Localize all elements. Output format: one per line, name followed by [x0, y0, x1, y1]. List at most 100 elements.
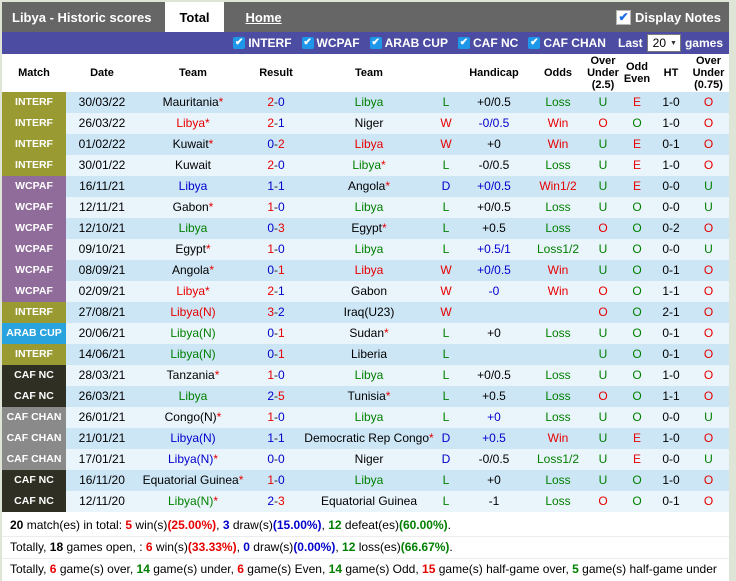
- handicap-cell: -0/0.5: [478, 116, 510, 130]
- over-under-075-cell: U: [704, 452, 713, 466]
- over-under-25-cell: U: [598, 473, 608, 487]
- away-team-cell: Libya: [304, 260, 434, 281]
- star-marker: *: [381, 158, 386, 172]
- checkbox-checked-icon[interactable]: ✔: [233, 37, 246, 49]
- handicap-cell: +0/0.5: [477, 179, 511, 193]
- result-cell: 0-1: [248, 344, 304, 365]
- odds-cell: Win: [547, 431, 569, 445]
- over-under-075-cell: O: [703, 494, 714, 508]
- team-name: Democratic Rep Congo: [304, 431, 430, 445]
- handicap-cell: [458, 344, 530, 365]
- team-name: Angola: [347, 179, 386, 193]
- odds-cell: Loss: [545, 389, 571, 403]
- odds-cell: Win: [547, 263, 569, 277]
- home-team-cell: Libya(N): [138, 323, 248, 344]
- star-marker: *: [205, 284, 210, 298]
- display-notes-checkbox[interactable]: ✔: [616, 9, 632, 25]
- checkbox-checked-icon[interactable]: ✔: [457, 37, 470, 49]
- odd-even-cell: O: [632, 305, 642, 319]
- last-label: Last: [617, 36, 643, 50]
- table-row: WCPAF 02/09/21 Libya* 2-1 Gabon W -0 Win O O 1-1 O: [2, 281, 729, 302]
- summary-segment: game(s) half-game over,: [435, 562, 573, 576]
- over-under-075-cell: O: [703, 116, 714, 130]
- halftime-score-cell: 0-0: [662, 179, 680, 193]
- competition-badge: INTERF: [2, 92, 66, 113]
- odds-cell: [530, 302, 586, 323]
- date-cell: 16/11/21: [79, 179, 125, 193]
- table-row: WCPAF 09/10/21 Egypt* 1-0 Libya L +0.5/1 Loss1/…: [2, 239, 729, 260]
- column-header: Team: [179, 67, 207, 79]
- filter-label: WCPAF: [316, 36, 360, 50]
- team-name: Libya: [354, 368, 384, 382]
- summary-segment: (33.33%): [187, 540, 237, 554]
- date-cell: 14/06/21: [78, 347, 126, 361]
- page: Libya - Historic scores Total Home ✔ Dis…: [0, 0, 736, 581]
- column-header: Odds: [543, 67, 573, 79]
- table-row: CAF NC 12/11/20 Libya(N)* 2-3 Equatorial Gui…: [2, 491, 729, 512]
- page-title: Libya - Historic scores: [12, 9, 152, 25]
- result-cell: 1-1: [248, 176, 304, 197]
- away-team-cell: Libya: [304, 134, 434, 155]
- summary-segment: .: [447, 518, 451, 532]
- last-games-select[interactable]: 20 ▼: [646, 34, 681, 52]
- over-under-075-cell: O: [703, 158, 714, 172]
- team-name: Libya: [354, 473, 384, 487]
- table-row: INTERF 30/03/22 Mauritania* 2-0 Libya L +0/0.5…: [2, 92, 729, 113]
- date-cell: 08/09/21: [78, 263, 126, 277]
- away-team-cell: Liberia: [304, 344, 434, 365]
- summary-segment: 12: [328, 518, 342, 532]
- checkbox-checked-icon[interactable]: ✔: [301, 37, 314, 49]
- summary-segment: (60.00%): [398, 518, 448, 532]
- team-name: Libya: [354, 200, 384, 214]
- wdl-cell: L: [442, 326, 450, 340]
- summary-segment: Totally,: [10, 562, 50, 576]
- date-cell: 12/11/20: [79, 494, 125, 508]
- odds-cell: [530, 344, 586, 365]
- checkbox-checked-icon[interactable]: ✔: [369, 37, 382, 49]
- last-games-control: Last 20 ▼ games: [618, 34, 723, 52]
- over-under-075-cell: O: [703, 221, 714, 235]
- home-score: 1: [267, 179, 274, 193]
- halftime-score-cell: 1-0: [662, 158, 680, 172]
- team-name: Libya(N): [167, 452, 214, 466]
- handicap-cell: -0/0.5: [478, 452, 510, 466]
- team-name: Libya: [176, 116, 205, 130]
- date-cell: 26/03/22: [78, 116, 126, 130]
- halftime-score-cell: 0-1: [662, 326, 680, 340]
- odd-even-cell: E: [632, 158, 641, 172]
- odds-cell: Loss: [545, 158, 571, 172]
- table-row: ARAB CUP 20/06/21 Libya(N) 0-1 Sudan* L +0 Loss…: [2, 323, 729, 344]
- table-row: INTERF 27/08/21 Libya(N) 3-2 Iraq(U23) W O O 2-1…: [2, 302, 729, 323]
- date-cell: 17/01/21: [78, 452, 126, 466]
- title-bar: Libya - Historic scores Total Home ✔ Dis…: [2, 2, 729, 32]
- halftime-score-cell: 0-1: [662, 494, 680, 508]
- odds-cell: Loss: [545, 494, 571, 508]
- summary-segment: 14: [328, 562, 342, 576]
- summary-segment: games open, :: [63, 540, 146, 554]
- over-under-25-cell: O: [598, 305, 608, 319]
- over-under-25-cell: U: [598, 326, 608, 340]
- tab-total[interactable]: Total: [165, 2, 224, 32]
- team-name: Egypt: [351, 221, 382, 235]
- column-header: Handicap: [469, 67, 519, 79]
- tab-home[interactable]: Home: [232, 2, 296, 32]
- checkbox-checked-icon[interactable]: ✔: [528, 37, 541, 49]
- halftime-score-cell: 1-0: [662, 431, 680, 445]
- team-name: Libya: [176, 284, 205, 298]
- wdl-cell: D: [441, 431, 451, 445]
- column-header: Date: [90, 67, 114, 79]
- over-under-075-cell: O: [703, 431, 714, 445]
- summary-segment: 12: [342, 540, 356, 554]
- date-cell: 27/08/21: [78, 305, 126, 319]
- home-team-cell: Libya(N): [138, 344, 248, 365]
- date-cell: 20/06/21: [78, 326, 126, 340]
- team-name: Libya(N): [167, 494, 214, 508]
- halftime-score-cell: 1-0: [662, 473, 680, 487]
- away-score: 1: [278, 116, 285, 130]
- competition-badge: WCPAF: [2, 197, 66, 218]
- halftime-score-cell: 1-1: [662, 284, 680, 298]
- odd-even-cell: E: [632, 95, 641, 109]
- odd-even-cell: O: [632, 368, 642, 382]
- star-marker: *: [213, 452, 219, 466]
- team-name: Angola: [171, 263, 210, 277]
